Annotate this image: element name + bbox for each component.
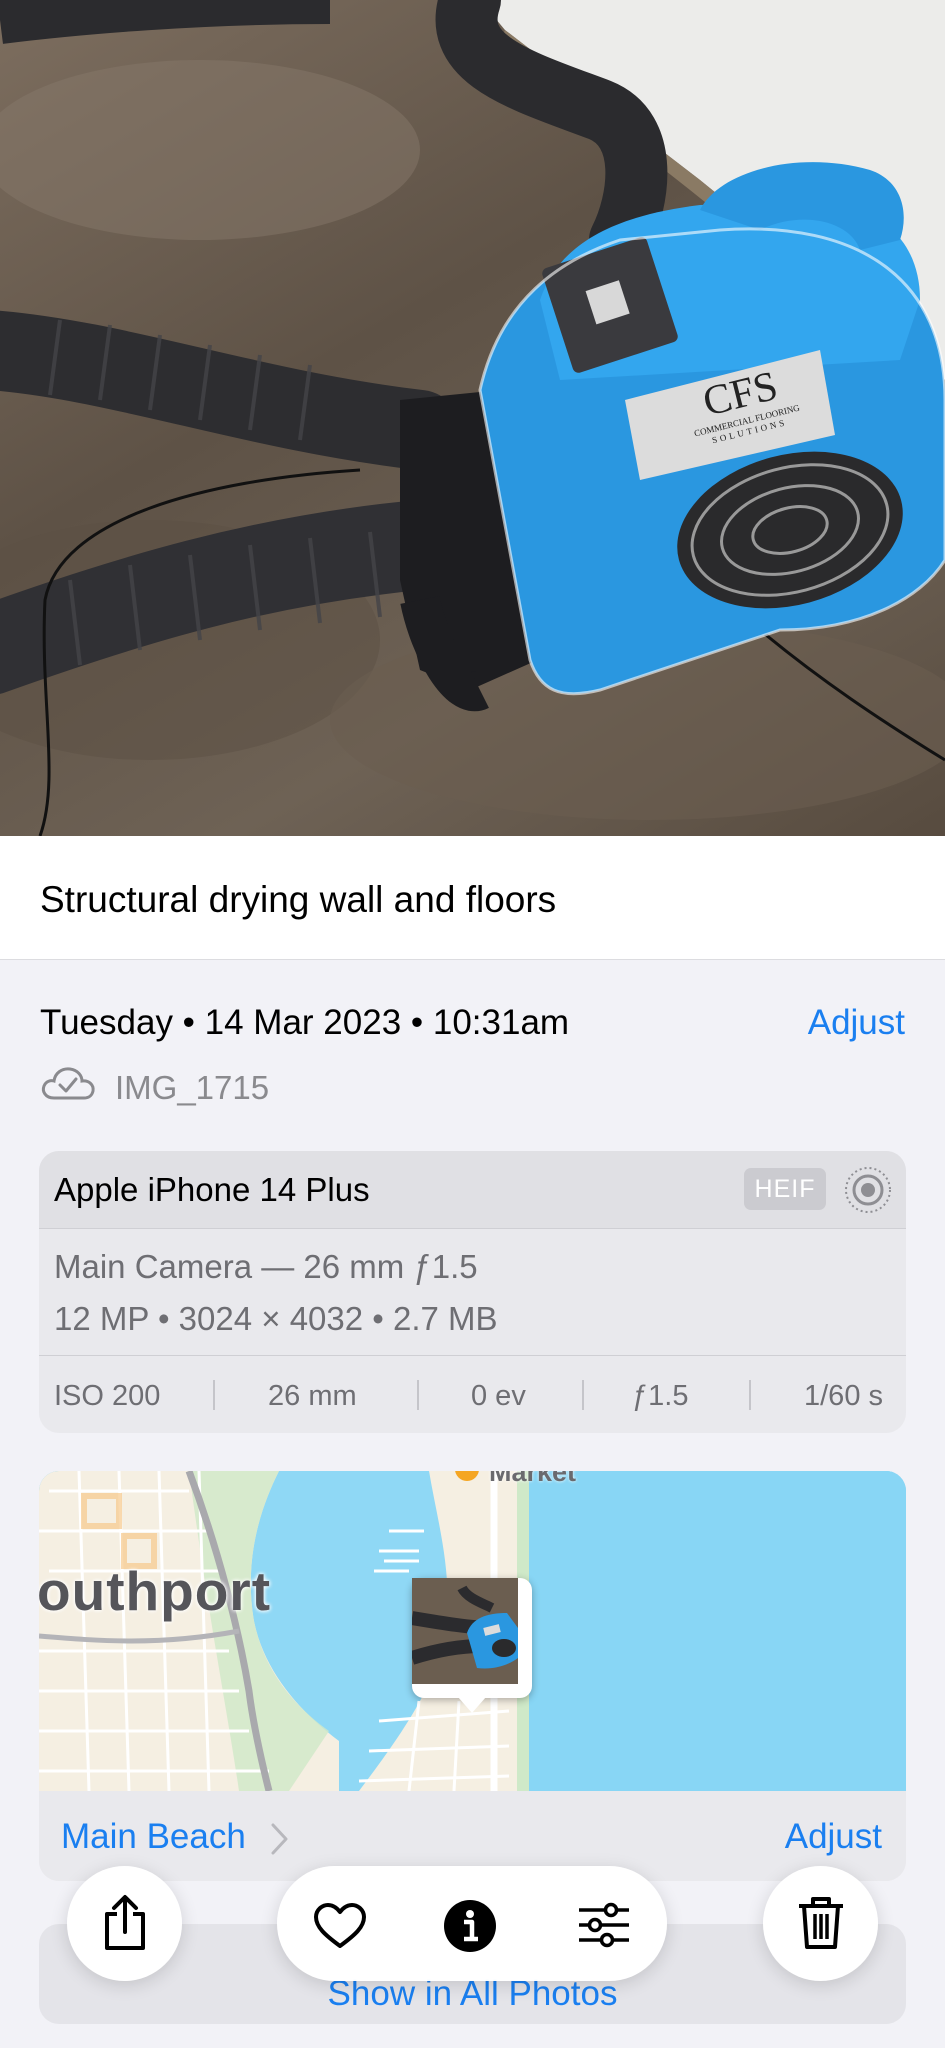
map-poi-label: Market — [489, 1471, 577, 1487]
date-time-label: Tuesday • 14 Mar 2023 • 10:31am — [40, 1003, 570, 1042]
toolbar-center-group — [277, 1866, 667, 1981]
camera-model: Apple iPhone 14 Plus — [54, 1171, 370, 1208]
adjust-date-button[interactable]: Adjust — [808, 1003, 905, 1043]
heart-icon[interactable] — [313, 1902, 367, 1950]
exif-divider — [213, 1380, 215, 1410]
camera-info-card: Apple iPhone 14 Plus HEIF Main Camera — … — [39, 1151, 906, 1433]
camera-header: Apple iPhone 14 Plus HEIF — [39, 1151, 906, 1229]
location-card: Market outhport Main Beach Adjust — [39, 1471, 906, 1881]
exif-focal-length: 26 mm — [268, 1380, 357, 1412]
adjust-location-button[interactable]: Adjust — [785, 1817, 882, 1857]
info-icon[interactable] — [443, 1899, 497, 1953]
location-map[interactable]: Market outhport — [39, 1471, 906, 1791]
share-button[interactable] — [67, 1866, 182, 1981]
map-pin-pointer — [458, 1697, 486, 1713]
location-name-link[interactable]: Main Beach — [61, 1817, 246, 1857]
file-name: IMG_1715 — [115, 1069, 270, 1106]
chevron-right-icon[interactable] — [267, 1821, 291, 1857]
exif-iso: ISO 200 — [54, 1380, 161, 1412]
exif-divider — [582, 1380, 584, 1410]
exif-row: ISO 200 26 mm 0 ev ƒ1.5 1/60 s — [39, 1355, 906, 1433]
lens-info: Main Camera — 26 mm ƒ1.5 — [54, 1248, 478, 1285]
live-photo-icon — [845, 1167, 891, 1213]
map-place-label: outhport — [39, 1560, 272, 1622]
caption-text: Structural drying wall and floors — [40, 879, 557, 920]
map-photo-pin[interactable] — [412, 1578, 532, 1698]
photo-thumbnail — [412, 1578, 525, 1691]
exif-exposure: 0 ev — [471, 1380, 526, 1412]
photo-view[interactable]: CFS COMMERCIAL FLOORING SOLUTIONS — [0, 0, 945, 836]
icloud-check-icon — [41, 1067, 95, 1100]
caption-field[interactable]: Structural drying wall and floors — [0, 836, 945, 960]
exif-aperture: ƒ1.5 — [632, 1380, 689, 1412]
format-badge: HEIF — [744, 1168, 826, 1210]
exif-divider — [749, 1380, 751, 1410]
sliders-icon[interactable] — [577, 1902, 631, 1948]
trash-icon — [799, 1897, 843, 1949]
image-specs: 12 MP • 3024 × 4032 • 2.7 MB — [54, 1300, 498, 1337]
exif-shutter: 1/60 s — [804, 1380, 883, 1412]
share-icon — [105, 1895, 145, 1950]
exif-divider — [417, 1380, 419, 1410]
delete-button[interactable] — [763, 1866, 878, 1981]
